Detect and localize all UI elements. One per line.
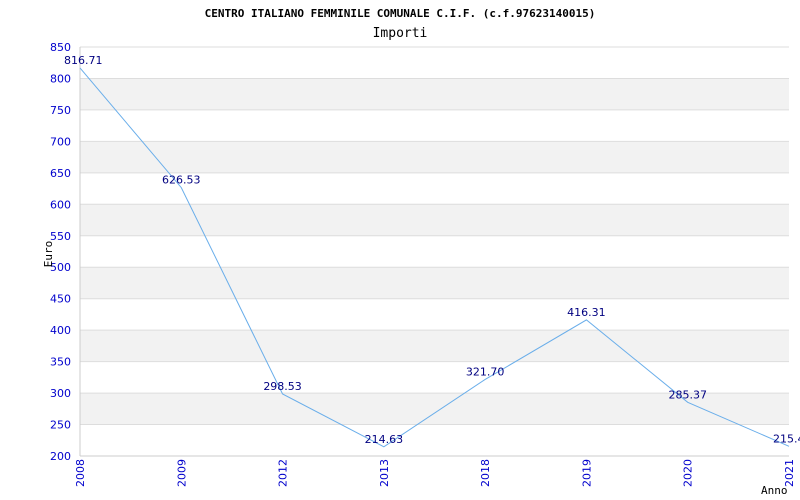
y-tick-label: 850 bbox=[50, 41, 71, 54]
grid-band bbox=[80, 109, 789, 142]
chart-subtitle: Importi bbox=[373, 26, 428, 41]
y-tick-label: 300 bbox=[50, 387, 71, 400]
x-tick-label: 2008 bbox=[74, 459, 87, 487]
grid-band bbox=[80, 141, 789, 173]
x-axis-label: Anno bbox=[761, 484, 788, 497]
data-label: 416.31 bbox=[567, 306, 606, 319]
grid-band bbox=[80, 204, 789, 236]
y-tick-label: 800 bbox=[50, 72, 71, 85]
y-tick-label: 450 bbox=[50, 293, 71, 306]
data-label: 816.71 bbox=[64, 54, 103, 67]
y-tick-label: 700 bbox=[50, 135, 71, 148]
x-tick-label: 2020 bbox=[682, 459, 695, 487]
x-tick-labels: 2008 2009 2012 2013 2018 2019 2020 2021 bbox=[74, 459, 796, 487]
data-label: 321.70 bbox=[466, 365, 505, 378]
y-axis-label: Euro bbox=[42, 241, 55, 268]
x-tick-label: 2019 bbox=[580, 459, 593, 487]
line-chart: 2002503003504004505005506006507007508008… bbox=[42, 7, 800, 497]
y-tick-label: 200 bbox=[50, 450, 71, 463]
y-tick-label: 350 bbox=[50, 356, 71, 369]
x-tick-label: 2012 bbox=[277, 459, 290, 487]
y-tick-label: 600 bbox=[50, 198, 71, 211]
y-tick-label: 750 bbox=[50, 104, 71, 117]
grid-band bbox=[80, 267, 789, 299]
data-label: 214.63 bbox=[365, 433, 404, 446]
grid-band bbox=[80, 78, 789, 110]
grid-band bbox=[80, 47, 789, 79]
data-label: 285.37 bbox=[668, 388, 707, 401]
grid-band bbox=[80, 235, 789, 268]
x-tick-label: 2013 bbox=[378, 459, 391, 487]
y-tick-label: 250 bbox=[50, 419, 71, 432]
x-tick-label: 2009 bbox=[175, 459, 188, 487]
x-tick-label: 2018 bbox=[479, 459, 492, 487]
grid-band bbox=[80, 424, 789, 456]
chart-title: CENTRO ITALIANO FEMMINILE COMUNALE C.I.F… bbox=[205, 7, 596, 20]
x-tick-label: 2021 bbox=[783, 459, 796, 487]
data-label: 215.4 bbox=[773, 432, 800, 445]
data-label: 626.53 bbox=[162, 174, 201, 187]
y-tick-label: 400 bbox=[50, 324, 71, 337]
y-tick-label: 650 bbox=[50, 167, 71, 180]
grid-band bbox=[80, 330, 789, 362]
data-label: 298.53 bbox=[263, 380, 302, 393]
grid-band bbox=[80, 298, 789, 331]
